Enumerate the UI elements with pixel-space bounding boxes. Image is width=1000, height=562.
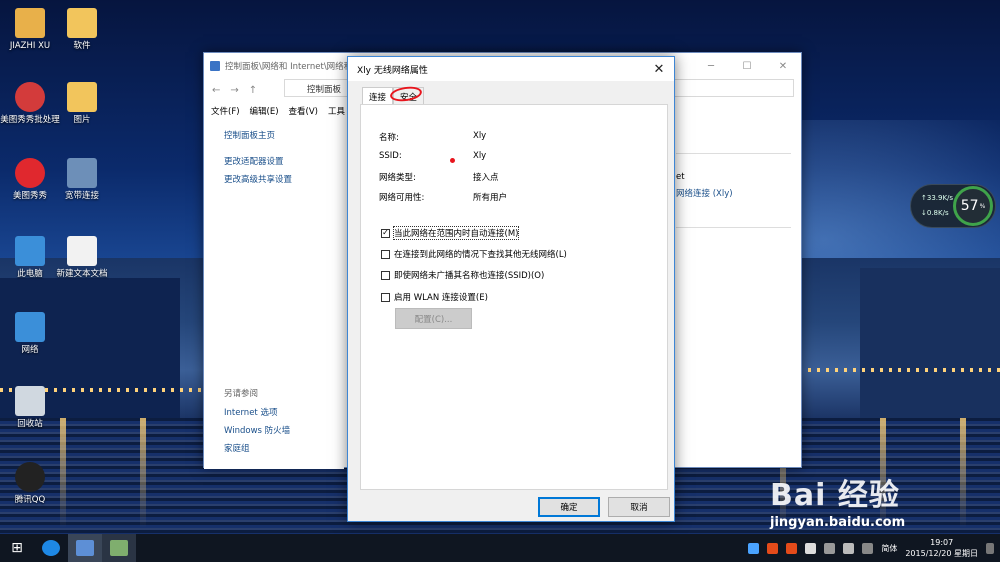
ok-button[interactable]: 确定 [538, 497, 600, 517]
start-button[interactable]: ⊞ [0, 534, 34, 562]
upload-speed: ↑33.9K/s [921, 194, 954, 202]
auto-connect-checkbox[interactable]: ✓ 当此网络在范围内时自动连接(M) [381, 226, 520, 240]
memory-usage-ring: 57% [953, 186, 993, 226]
side-link-sharing[interactable]: 更改高级共享设置 [224, 173, 292, 185]
configure-button[interactable]: 配置(C)... [395, 308, 472, 329]
shield-icon[interactable] [748, 542, 760, 554]
broadband-icon [67, 158, 97, 188]
hidden-ssid-checkbox[interactable]: 即使网络未广播其名称也连接(SSID)(O) [381, 269, 544, 281]
maximize-button[interactable]: ☐ [729, 61, 765, 72]
prop-name-value: Xly [473, 131, 487, 141]
battery-icon[interactable] [805, 542, 817, 554]
prop-availability-value: 所有用户 [473, 193, 508, 203]
see-also-heading: 另请参阅 [224, 389, 259, 399]
wlan-settings-checkbox[interactable]: 启用 WLAN 连接设置(E) [381, 291, 488, 303]
app-tray-icon[interactable] [767, 542, 779, 554]
baidu-watermark-url: jingyan.baidu.com [770, 515, 906, 530]
cancel-button[interactable]: 取消 [608, 497, 670, 517]
prop-type-label: 网络类型: [379, 173, 416, 183]
dialog-titlebar[interactable]: Xly 无线网络属性 ✕ [348, 57, 674, 81]
desktop-icon-meitu[interactable]: 美图秀秀 [0, 158, 60, 202]
desktop-icon-meitu-batch[interactable]: 美图秀秀批处理 [0, 82, 60, 126]
checkbox-checked-icon: ✓ [381, 228, 390, 238]
menu-edit[interactable]: 编辑(E) [250, 105, 279, 117]
desktop-icon-qq[interactable]: 腾讯QQ [0, 462, 60, 506]
system-tray: 简体 19:07 2015/12/20 星期日 [748, 537, 1000, 559]
menu-view[interactable]: 查看(V) [289, 105, 318, 117]
ime-indicator[interactable]: 简体 [881, 543, 897, 554]
text-document-icon [67, 236, 97, 266]
see-also-homegroup[interactable]: 家庭组 [224, 442, 250, 454]
network-speed-widget[interactable]: ↑33.9K/s ↓0.8K/s 57% [910, 184, 996, 228]
connection-panel: 名称: Xly SSID: Xly 网络类型: 接入点 网络可用性: 所有用户 … [360, 104, 668, 490]
see-also-internet-options[interactable]: Internet 选项 [224, 406, 277, 418]
control-panel-icon [210, 61, 220, 71]
minimize-button[interactable]: ─ [693, 61, 729, 72]
taskbar-photo-icon[interactable] [102, 534, 136, 562]
clock[interactable]: 19:07 2015/12/20 星期日 [905, 537, 978, 559]
close-icon[interactable]: ✕ [644, 62, 674, 77]
checkbox-empty-icon [381, 292, 390, 302]
menu-file[interactable]: 文件(F) [211, 105, 240, 117]
prop-availability-label: 网络可用性: [379, 193, 425, 203]
prop-name-label: 名称: [379, 133, 399, 143]
baidu-watermark: Bai 经验 [770, 478, 900, 513]
network-icon [15, 312, 45, 342]
checkbox-empty-icon [381, 270, 390, 280]
desktop-icon-recycle-bin[interactable]: 回收站 [0, 386, 60, 430]
desktop-icon-software[interactable]: 软件 [52, 8, 112, 52]
taskbar-browser-icon[interactable] [34, 534, 68, 562]
keyboard-icon[interactable] [862, 542, 874, 554]
notification-icon[interactable] [986, 542, 994, 554]
forward-arrow-icon[interactable]: → [230, 85, 238, 96]
desktop-icon-network[interactable]: 网络 [0, 312, 60, 356]
desktop-icon-this-pc[interactable]: 此电脑 [0, 236, 60, 280]
close-icon[interactable]: ✕ [765, 61, 801, 72]
back-arrow-icon[interactable]: ← [212, 85, 220, 96]
look-other-networks-checkbox[interactable]: 在连接到此网络的情况下查找其他无线网络(L) [381, 248, 567, 260]
folder-icon [67, 82, 97, 112]
wifi-connection-link[interactable]: 网络连接 (Xly) [676, 187, 733, 199]
recycle-bin-icon [15, 386, 45, 416]
menu-bar: 文件(F) 编辑(E) 查看(V) 工具 [204, 105, 345, 117]
desktop-icon-jiazhi-xu[interactable]: JIAZHI XU [0, 8, 60, 52]
volume-icon[interactable] [843, 542, 855, 554]
desktop-icon-new-text-doc[interactable]: 新建文本文档 [52, 236, 112, 280]
menu-tools[interactable]: 工具 [328, 105, 345, 117]
search-input[interactable] [674, 79, 794, 97]
meitu-icon [15, 158, 45, 188]
taskbar-control-panel-icon[interactable] [68, 534, 102, 562]
taskbar: ⊞ 简体 19:07 2015/12/20 星期日 [0, 534, 1000, 562]
network-wifi-icon[interactable] [824, 542, 836, 554]
prop-ssid-label: SSID: [379, 151, 402, 161]
red-annotation-dot [450, 158, 455, 163]
qq-icon [15, 462, 45, 492]
checkbox-empty-icon [381, 249, 390, 259]
up-arrow-icon[interactable]: ↑ [249, 85, 257, 96]
desktop-icon-broadband[interactable]: 宽带连接 [52, 158, 112, 202]
computer-icon [15, 236, 45, 266]
desktop-icon-pictures[interactable]: 图片 [52, 82, 112, 126]
see-also-firewall[interactable]: Windows 防火墙 [224, 424, 290, 436]
side-link-home[interactable]: 控制面板主页 [224, 129, 275, 141]
user-folder-icon [15, 8, 45, 38]
prop-type-value: 接入点 [473, 173, 499, 183]
meitu-batch-icon [15, 82, 45, 112]
download-speed: ↓0.8K/s [921, 209, 949, 217]
dialog-title: Xly 无线网络属性 [357, 65, 428, 76]
tab-connection[interactable]: 连接 [362, 87, 394, 105]
app-tray-icon-2[interactable] [786, 542, 798, 554]
prop-ssid-value: Xly [473, 151, 487, 161]
side-link-adapter[interactable]: 更改适配器设置 [224, 155, 284, 167]
network-info-fragment: et [676, 172, 685, 182]
folder-icon [67, 8, 97, 38]
wireless-properties-dialog[interactable]: Xly 无线网络属性 ✕ 连接 安全 名称: Xly SSID: Xly 网络类… [347, 56, 675, 522]
